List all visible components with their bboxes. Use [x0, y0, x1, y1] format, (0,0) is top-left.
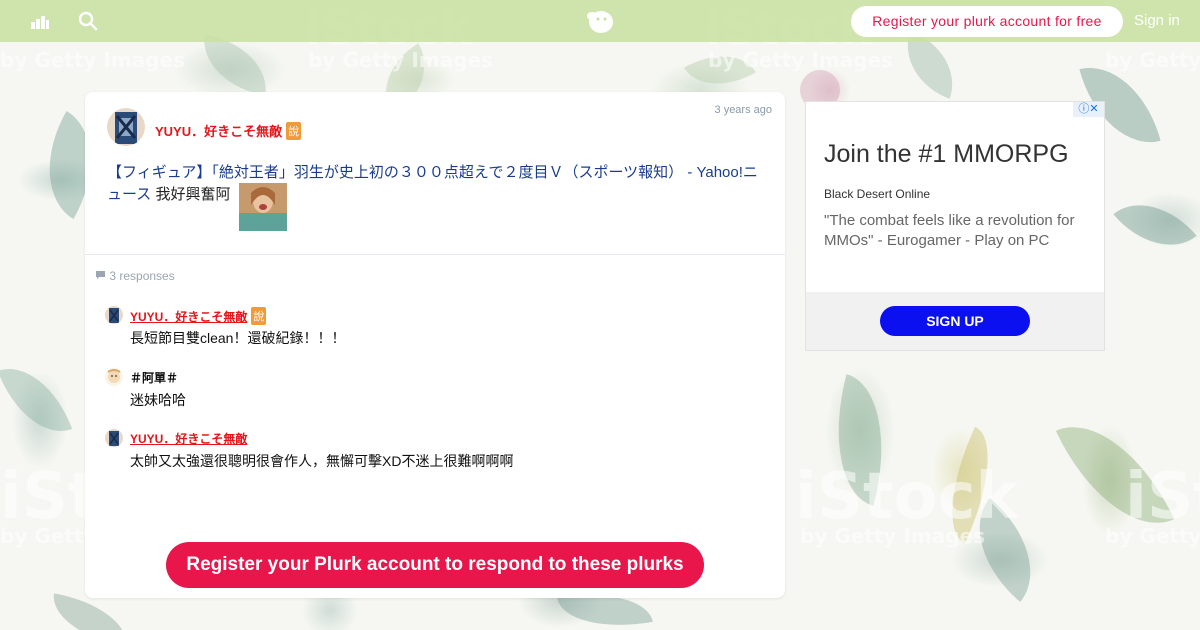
avatar[interactable]	[107, 108, 145, 146]
plurk-logo-icon[interactable]	[586, 8, 614, 34]
leaf-decoration	[196, 34, 274, 96]
watermark: iStock	[1125, 460, 1200, 534]
avatar[interactable]	[105, 429, 123, 447]
watermark: by Getty Images	[1105, 524, 1200, 548]
ad-signup-button[interactable]: SIGN UP	[880, 306, 1030, 336]
stats-icon[interactable]	[30, 11, 50, 31]
ad-advertiser[interactable]: Black Desert Online	[824, 187, 930, 201]
responder-name[interactable]: YUYU．好きこそ無敵說	[130, 307, 267, 325]
responder-name[interactable]: YUYU．好きこそ無敵	[130, 430, 247, 447]
plurk-card: YUYU．好きこそ無敵說 3 years ago 【フィギュア】「絶対王者」羽生…	[85, 92, 785, 598]
avatar[interactable]	[105, 368, 123, 386]
watermark: by Getty Images	[708, 48, 893, 72]
watermark: by Getty Images	[800, 524, 985, 548]
ad-close-icon[interactable]: ⓘ✕	[1073, 102, 1104, 117]
responses-count: 3 responses	[95, 269, 175, 283]
search-icon[interactable]	[78, 11, 98, 31]
leaf-decoration	[47, 593, 133, 630]
register-free-button[interactable]: Register your plurk account for free	[851, 6, 1123, 37]
top-nav-bar: Register your plurk account for free Sig…	[0, 0, 1200, 42]
ad-footer: SIGN UP	[806, 292, 1104, 350]
responder-name-text[interactable]: YUYU．好きこそ無敵	[130, 310, 247, 324]
reaction-image-thumbnail[interactable]	[238, 183, 287, 231]
watermark: by Getty Images	[1105, 48, 1200, 72]
responses-count-text: 3 responses	[109, 269, 175, 283]
response-text: 長短節目雙clean！還破紀錄！！！	[130, 330, 346, 346]
ad-title[interactable]: Join the #1 MMORPG	[824, 140, 1069, 169]
watermark: by Getty Images	[308, 48, 493, 72]
leaf-decoration	[0, 353, 73, 447]
divider	[85, 254, 785, 255]
comment-icon	[96, 271, 105, 279]
response-text: 太帥又太強還很聰明很會作人，無懈可擊XD不迷上很難啊啊啊	[130, 453, 514, 469]
plurk-extra-text: 我好興奮阿	[155, 186, 231, 203]
watermark: iStock	[795, 460, 1019, 534]
poster-name-text[interactable]: YUYU．好きこそ無敵	[155, 124, 282, 139]
poster-name[interactable]: YUYU．好きこそ無敵說	[155, 121, 302, 140]
response-text: 迷妹哈哈	[130, 392, 186, 408]
leaf-decoration	[1113, 182, 1197, 268]
watermark: by Getty Images	[0, 48, 185, 72]
responder-name[interactable]: ＃阿單＃	[130, 369, 178, 386]
register-to-respond-button[interactable]: Register your Plurk account to respond t…	[166, 542, 704, 588]
ad-description[interactable]: "The combat feels like a revolution for …	[824, 211, 1094, 251]
qualifier-badge: 說	[286, 122, 302, 140]
plurk-content: 【フィギュア】「絶対王者」羽生が史上初の３００点超えで２度目Ｖ（スポーツ報知） …	[107, 162, 767, 232]
advertisement[interactable]: ⓘ✕ Join the #1 MMORPG Black Desert Onlin…	[805, 101, 1105, 351]
timestamp[interactable]: 3 years ago	[715, 104, 772, 116]
avatar[interactable]	[105, 306, 123, 324]
qualifier-badge: 說	[251, 307, 267, 325]
sign-in-link[interactable]: Sign in	[1134, 12, 1180, 29]
